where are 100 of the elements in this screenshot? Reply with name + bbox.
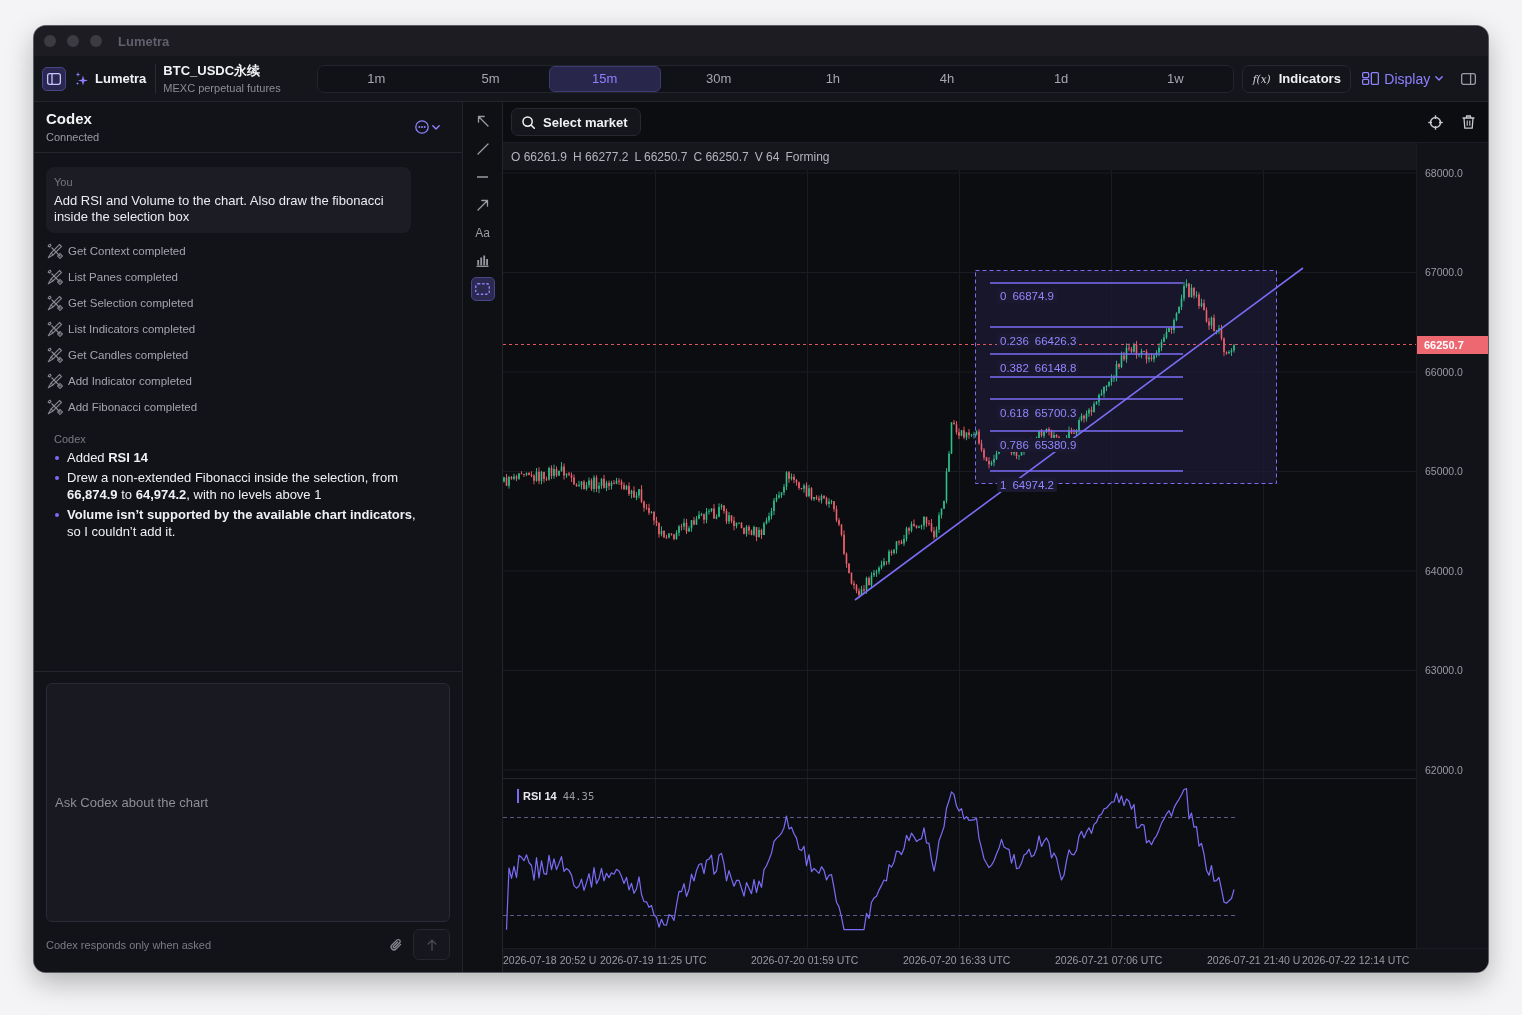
tools-icon (47, 243, 63, 259)
time-axis-label: 2026-07-22 12:14 UTC (1302, 953, 1410, 968)
selection-tool-button[interactable] (470, 277, 495, 301)
timeframe-tab[interactable]: 15m (548, 65, 661, 92)
paperclip-icon[interactable] (390, 937, 402, 952)
indicators-button[interactable]: f(x) Indicators (1242, 64, 1352, 93)
more-icon (415, 120, 429, 134)
timeframe-tab[interactable]: 30m (662, 65, 775, 92)
bullet-icon (55, 476, 59, 480)
search-icon (522, 115, 535, 129)
reply-text: Volume isn’t supported by the available chart indicators, so I couldn’t add it. (67, 506, 417, 540)
chevron-down-icon (1435, 76, 1444, 81)
tools-icon (47, 295, 63, 311)
sparkle-icon (75, 71, 88, 86)
app-name: Lumetra (95, 71, 147, 86)
timeframe-tab[interactable]: 1d (1005, 65, 1118, 92)
message-text: Add RSI and Volume to the chart. Also draw the fibonacci inside the selection box (54, 193, 385, 225)
window-title: Lumetra (118, 33, 170, 49)
chat-input-field[interactable]: Ask Codex about the chart (46, 683, 450, 922)
price-axis-label: 66000.0 (1425, 365, 1463, 379)
connection-status: Connected (46, 130, 100, 144)
message-author: Codex (53, 432, 87, 446)
tools-icon (47, 373, 63, 389)
fib-ratio-label: 0.786 (1000, 438, 1029, 452)
fib-ratio-label: 1 (1000, 478, 1007, 492)
fib-ratio-label: 0.236 (1000, 334, 1029, 348)
select-market-button[interactable]: Select market (511, 108, 641, 136)
timeframe-tab[interactable]: 1m (320, 65, 433, 92)
panel-title: Codex (46, 110, 93, 128)
last-price-label: 66250.7 (1417, 336, 1488, 354)
time-axis-label: 2026-07-20 01:59 UTC (751, 953, 859, 968)
sidebar-toggle-icon[interactable] (1461, 72, 1476, 85)
price-axis-label: 62000.0 (1425, 763, 1463, 777)
fib-price-label: 65380.9 (1034, 438, 1077, 452)
fibonacci-lines[interactable] (989, 282, 1184, 472)
arrow-up-icon (426, 938, 437, 951)
bullet-icon (55, 513, 59, 517)
composer-note: Codex responds only when asked (46, 938, 212, 951)
time-axis-label: 2026-07-18 20:52 U (503, 953, 597, 968)
fib-ratio-label: 0 (1000, 289, 1007, 303)
display-button[interactable]: Display (1362, 64, 1444, 93)
fib-price-label: 66426.3 (1034, 334, 1077, 348)
tools-icon (47, 399, 63, 415)
crosshair-icon[interactable] (1428, 114, 1443, 130)
fib-price-label: 66874.9 (1012, 289, 1054, 303)
layout-icon (1362, 72, 1380, 85)
timeframe-tab[interactable]: 4h (890, 65, 1004, 92)
market-symbol: BTC_USDC永续 (163, 62, 262, 79)
tools-icon (47, 347, 63, 363)
sidebar-toggle-button[interactable] (42, 66, 66, 91)
ohlc-value: O 66261.9 (511, 149, 568, 164)
tool-call-status: Get Candles completed (68, 349, 189, 361)
horizontal-line-icon (477, 176, 488, 178)
tool-call-status: List Panes completed (68, 271, 178, 283)
reply-text: Added RSI 14 (67, 449, 149, 466)
timeframe-tab[interactable]: 1w (1119, 65, 1232, 92)
function-symbol: f(x) (1252, 72, 1271, 85)
tool-call-status: List Indicators completed (68, 323, 196, 335)
arrow-icon (476, 199, 489, 211)
text-tool-button[interactable]: Aa (470, 221, 495, 245)
fib-price-label: 64974.2 (1012, 478, 1054, 492)
timeframe-tab[interactable]: 1h (776, 65, 889, 92)
fib-ratio-label: 0.618 (1000, 406, 1029, 420)
price-axis-label: 65000.0 (1425, 464, 1463, 478)
candle-status: Forming (785, 149, 830, 164)
tool-call-status: Add Fibonacci completed (68, 401, 198, 413)
indicator-name: RSI 14 (523, 790, 557, 802)
trash-icon[interactable] (1462, 115, 1475, 129)
diagonal-line-icon (476, 143, 489, 155)
time-axis-label: 2026-07-20 16:33 UTC (903, 953, 1011, 968)
price-axis-label: 68000.0 (1425, 166, 1463, 180)
tool-call-status: Get Selection completed (68, 297, 194, 309)
tool-call-status: Get Context completed (68, 245, 186, 257)
ohlc-value: V 64 (754, 149, 780, 164)
ohlc-value: H 66277.2 (573, 149, 629, 164)
dashed-rectangle-icon (475, 283, 490, 295)
more-button[interactable] (415, 120, 440, 134)
time-axis-label: 2026-07-21 21:40 U (1207, 953, 1301, 968)
bullet-icon (55, 456, 59, 460)
tools-icon (47, 321, 63, 337)
sidebar-toggle-icon (47, 72, 61, 85)
fib-ratio-label: 0.382 (1000, 361, 1029, 375)
fib-price-label: 66148.8 (1034, 361, 1077, 375)
ohlc-value: C 66250.7 (693, 149, 749, 164)
price-axis-label: 67000.0 (1425, 265, 1463, 279)
indicator-value: 44.35 (562, 790, 595, 802)
reply-text: Drew a non-extended Fibonacci inside the selection, from 66,874.9 to 64,974.2, with no levels above 1 (67, 469, 399, 503)
trend-line[interactable] (854, 267, 1304, 601)
price-axis-label: 64000.0 (1425, 564, 1463, 578)
ohlc-value: L 66250.7 (634, 149, 688, 164)
time-axis-label: 2026-07-19 11:25 UTC (600, 953, 707, 968)
bar-chart-icon (476, 255, 489, 267)
tool-call-status: Add Indicator completed (68, 375, 193, 387)
market-exchange: MEXC perpetual futures (163, 80, 282, 95)
tools-icon (47, 269, 63, 285)
message-author: You (54, 175, 74, 189)
cursor-arrow-icon (476, 115, 489, 127)
chevron-down-icon (432, 124, 440, 130)
timeframe-tab[interactable]: 5m (434, 65, 547, 92)
price-axis-label: 63000.0 (1425, 663, 1463, 677)
